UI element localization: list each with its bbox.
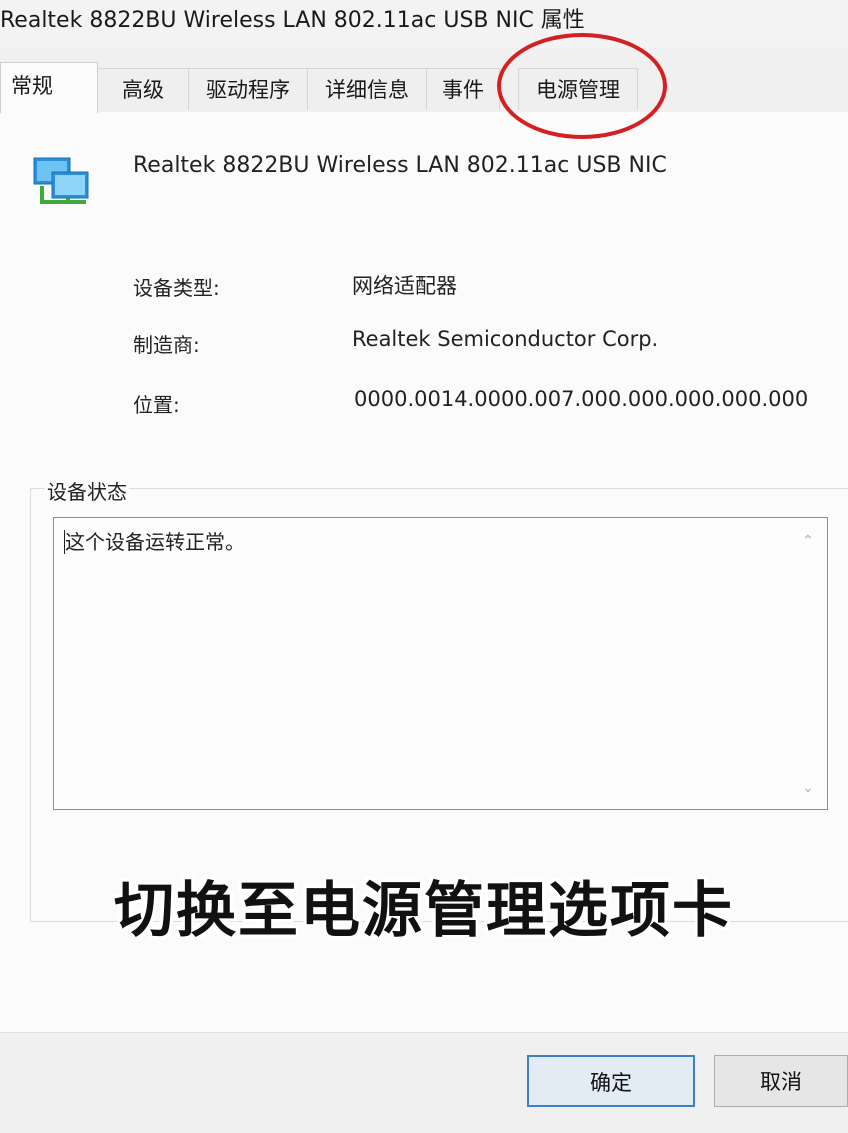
- tab-advanced[interactable]: 高级: [97, 68, 189, 110]
- scroll-up-icon[interactable]: ⌃: [799, 532, 817, 550]
- device-status-label: 设备状态: [45, 476, 129, 505]
- window-title: Realtek 8822BU Wireless LAN 802.11ac USB…: [0, 8, 585, 33]
- cancel-button[interactable]: 取消: [714, 1055, 848, 1107]
- location-label: 位置:: [133, 393, 180, 417]
- tab-details[interactable]: 详细信息: [307, 68, 427, 110]
- device-status-text: 这个设备运转正常。: [64, 530, 245, 554]
- dialog-footer: 确定 取消: [0, 1032, 848, 1133]
- tab-events[interactable]: 事件: [426, 68, 500, 110]
- tab-power-management[interactable]: 电源管理: [518, 68, 638, 110]
- device-type-label: 设备类型:: [133, 276, 220, 300]
- device-type-value: 网络适配器: [352, 274, 457, 298]
- scroll-down-icon[interactable]: ⌄: [799, 779, 817, 797]
- device-status-textbox[interactable]: 这个设备运转正常。 ⌃ ⌄: [53, 517, 828, 810]
- location-value: 0000.0014.0000.007.000.000.000.000.000: [354, 387, 809, 411]
- manufacturer-label: 制造商:: [133, 333, 200, 357]
- device-name: Realtek 8822BU Wireless LAN 802.11ac USB…: [133, 153, 667, 178]
- tab-strip: 常规 高级 驱动程序 详细信息 事件 电源管理: [0, 62, 848, 113]
- overlay-caption: 切换至电源管理选项卡: [114, 876, 734, 946]
- network-adapter-icon: [32, 150, 92, 210]
- tab-driver[interactable]: 驱动程序: [188, 68, 308, 110]
- title-bar: Realtek 8822BU Wireless LAN 802.11ac USB…: [0, 0, 848, 48]
- tab-general[interactable]: 常规: [0, 62, 98, 113]
- manufacturer-value: Realtek Semiconductor Corp.: [352, 327, 659, 351]
- ok-button[interactable]: 确定: [527, 1055, 695, 1107]
